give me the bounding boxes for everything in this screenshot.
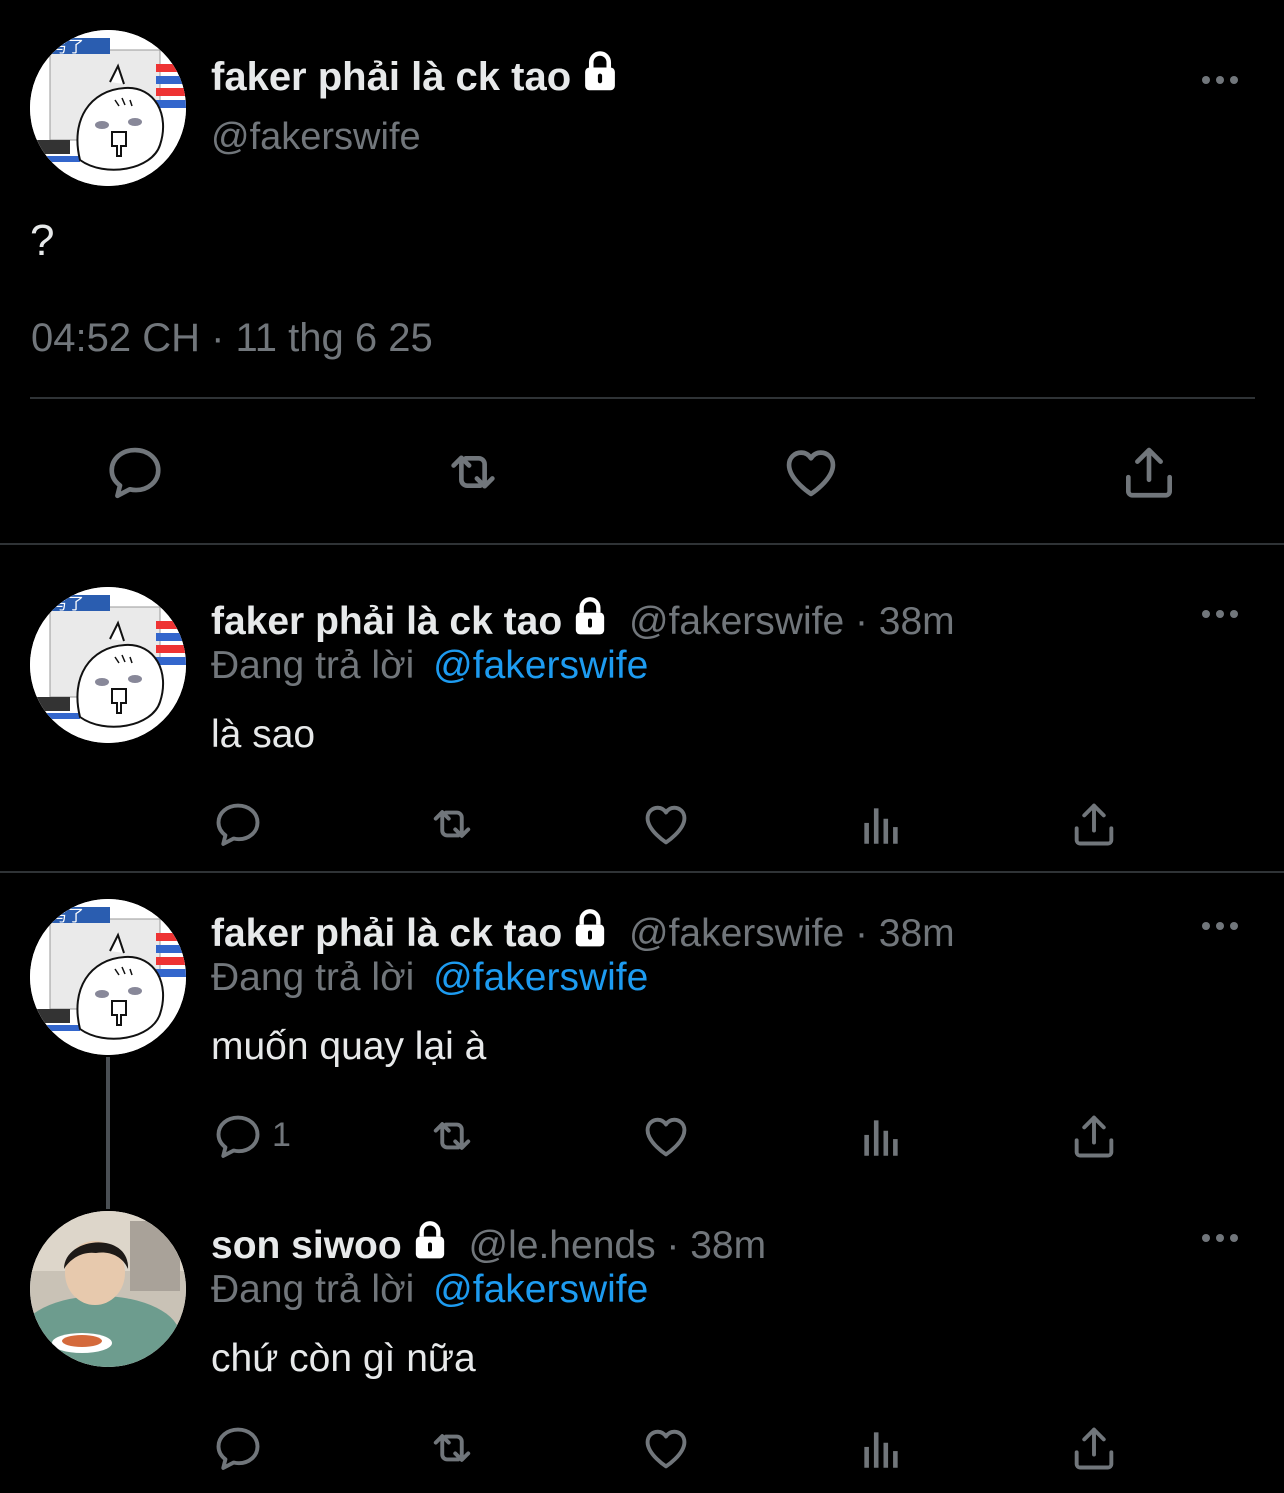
lock-icon bbox=[570, 908, 610, 948]
replying-to: Đang trả lời @fakerswife bbox=[211, 1268, 648, 1312]
mention-link[interactable]: @fakerswife bbox=[433, 644, 648, 687]
display-name[interactable]: faker phải là ck tao bbox=[211, 912, 562, 955]
share-icon[interactable] bbox=[1068, 1110, 1120, 1162]
share-icon[interactable] bbox=[1068, 798, 1120, 850]
replying-to: Đang trả lời @fakerswife bbox=[211, 644, 648, 688]
divider bbox=[0, 543, 1284, 545]
handle-time[interactable]: @le.hends · 38m bbox=[469, 1224, 767, 1267]
replying-to: Đang trả lời @fakerswife bbox=[211, 956, 648, 1000]
display-name: faker phải là ck tao bbox=[211, 55, 572, 99]
main-display-name[interactable]: faker phải là ck tao bbox=[211, 50, 621, 100]
reply-text: là sao bbox=[211, 713, 316, 756]
main-timestamp[interactable]: 04:52 CH · 11 thg 6 25 bbox=[31, 316, 433, 361]
reply-icon[interactable] bbox=[212, 798, 264, 850]
avatar-image bbox=[30, 30, 186, 186]
avatar-image bbox=[30, 899, 186, 1055]
like-icon[interactable] bbox=[640, 1422, 692, 1474]
retweet-icon[interactable] bbox=[424, 1110, 480, 1162]
lock-icon bbox=[410, 1220, 450, 1260]
share-icon[interactable] bbox=[1068, 1422, 1120, 1474]
retweet-icon[interactable] bbox=[424, 798, 480, 850]
mention-link[interactable]: @fakerswife bbox=[433, 956, 648, 999]
reply-header: faker phải là ck tao @fakerswife · 38m bbox=[211, 908, 955, 956]
avatar[interactable] bbox=[30, 1211, 186, 1367]
display-name[interactable]: faker phải là ck tao bbox=[211, 600, 562, 643]
handle-time[interactable]: @fakerswife · 38m bbox=[629, 600, 955, 643]
more-icon[interactable] bbox=[1200, 1228, 1240, 1248]
reply-text: muốn quay lại à bbox=[211, 1025, 487, 1068]
main-tweet-text: ? bbox=[30, 216, 55, 265]
divider bbox=[30, 397, 1255, 399]
replying-label: Đang trả lời bbox=[211, 956, 415, 999]
views-icon[interactable] bbox=[856, 1424, 906, 1474]
mention-link[interactable]: @fakerswife bbox=[433, 1268, 648, 1311]
main-handle[interactable]: @fakerswife bbox=[211, 116, 421, 159]
like-icon[interactable] bbox=[780, 441, 842, 503]
replying-label: Đang trả lời bbox=[211, 1268, 415, 1311]
divider bbox=[0, 871, 1284, 873]
retweet-icon[interactable] bbox=[440, 441, 506, 503]
reply-icon[interactable] bbox=[212, 1110, 264, 1162]
views-icon[interactable] bbox=[856, 1112, 906, 1162]
reply-header: faker phải là ck tao @fakerswife · 38m bbox=[211, 596, 955, 644]
views-icon[interactable] bbox=[856, 800, 906, 850]
handle-time[interactable]: @fakerswife · 38m bbox=[629, 912, 955, 955]
thread-line bbox=[106, 1057, 110, 1209]
reply-header: son siwoo @le.hends · 38m bbox=[211, 1220, 766, 1268]
avatar[interactable] bbox=[30, 899, 186, 1055]
more-icon[interactable] bbox=[1200, 916, 1240, 936]
avatar-image bbox=[30, 587, 186, 743]
reply-icon[interactable] bbox=[212, 1422, 264, 1474]
avatar[interactable] bbox=[30, 30, 186, 186]
like-icon[interactable] bbox=[640, 798, 692, 850]
avatar[interactable] bbox=[30, 587, 186, 743]
reply-icon[interactable] bbox=[104, 441, 166, 503]
like-icon[interactable] bbox=[640, 1110, 692, 1162]
reply-text: chứ còn gì nữa bbox=[211, 1337, 476, 1380]
display-name[interactable]: son siwoo bbox=[211, 1224, 402, 1267]
reply-count: 1 bbox=[272, 1116, 291, 1154]
avatar-image bbox=[30, 1211, 186, 1367]
more-icon[interactable] bbox=[1200, 70, 1240, 90]
lock-icon bbox=[579, 50, 621, 92]
retweet-icon[interactable] bbox=[424, 1422, 480, 1474]
more-icon[interactable] bbox=[1200, 604, 1240, 624]
lock-icon bbox=[570, 596, 610, 636]
share-icon[interactable] bbox=[1118, 441, 1180, 503]
replying-label: Đang trả lời bbox=[211, 644, 415, 687]
